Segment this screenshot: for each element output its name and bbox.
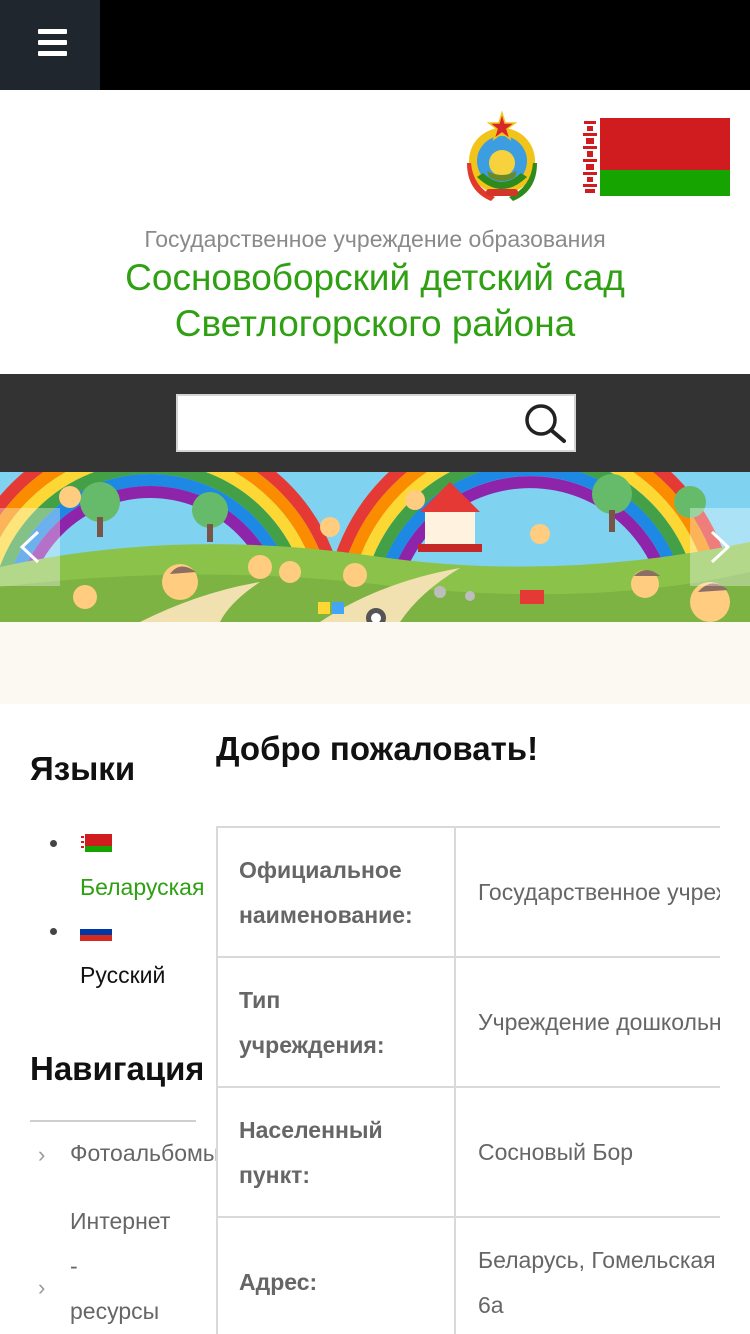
nav-item-label-line: Интернет bbox=[70, 1208, 171, 1234]
search-form bbox=[176, 394, 576, 452]
table-value: 6а bbox=[478, 1292, 504, 1318]
table-row: Официальное наименование: Государственно… bbox=[218, 828, 720, 958]
table-label: Населенный bbox=[239, 1117, 383, 1143]
table-value: Сосновый Бор bbox=[478, 1139, 634, 1165]
chevron-right-icon: › bbox=[38, 1142, 46, 1167]
nav-item-label-line: ресурсы bbox=[70, 1298, 160, 1324]
table-value: Учреждение дошкольного образования bbox=[478, 1009, 720, 1035]
menu-bar bbox=[38, 29, 67, 34]
table-label: Адрес: bbox=[239, 1269, 318, 1295]
language-link-belarusian[interactable]: Беларуская bbox=[80, 874, 204, 901]
site-title[interactable]: Сосновоборский детский сад Светлогорског… bbox=[0, 255, 750, 347]
table-label: пункт: bbox=[239, 1162, 311, 1188]
table-row: Тип учреждения: Учреждение дошкольного о… bbox=[218, 958, 720, 1088]
info-table: Официальное наименование: Государственно… bbox=[216, 826, 720, 1334]
table-label: Официальное bbox=[239, 857, 402, 883]
table-row: Адрес: Беларусь, Гомельская область 6а bbox=[218, 1218, 720, 1334]
site-title-line: Сосновоборский детский сад bbox=[125, 257, 625, 298]
languages-heading: Языки bbox=[30, 750, 136, 787]
navigation-heading: Навигация bbox=[30, 1050, 202, 1087]
page-title: Добро пожаловать! bbox=[216, 730, 539, 767]
belarus-flag-icon bbox=[80, 834, 112, 852]
russia-flag-icon bbox=[80, 923, 112, 941]
org-type-text: Государственное учреждение образования bbox=[144, 226, 606, 252]
nav-item-label: Фотоальбомы bbox=[70, 1140, 220, 1166]
table-value: Государственное учреждение образования bbox=[478, 879, 720, 905]
banner-slider-image bbox=[0, 472, 750, 622]
slider-next-arrow-icon[interactable] bbox=[690, 508, 750, 586]
nav-item-label-line: - bbox=[70, 1253, 78, 1279]
table-label: Тип bbox=[239, 987, 281, 1013]
belarus-emblem-icon bbox=[467, 110, 537, 201]
menu-bar bbox=[38, 40, 67, 45]
top-bar bbox=[0, 0, 750, 90]
content-spacer bbox=[0, 622, 750, 704]
chevron-right-icon: › bbox=[38, 1275, 46, 1300]
divider bbox=[30, 1120, 196, 1122]
search-icon[interactable] bbox=[522, 401, 568, 447]
table-row: Населенный пункт: Сосновый Бор bbox=[218, 1088, 720, 1218]
hamburger-menu-icon[interactable] bbox=[0, 0, 100, 90]
table-label: наименование: bbox=[239, 902, 413, 928]
table-label: учреждения: bbox=[239, 1032, 385, 1058]
belarus-flag-icon bbox=[580, 118, 730, 196]
table-value: Беларусь, Гомельская область bbox=[478, 1247, 720, 1273]
language-link-russian[interactable]: Русский bbox=[80, 962, 165, 989]
site-title-line: Светлогорского района bbox=[174, 303, 576, 344]
slider-prev-arrow-icon[interactable] bbox=[0, 508, 60, 586]
search-input[interactable] bbox=[178, 396, 518, 450]
menu-bar bbox=[38, 51, 67, 56]
